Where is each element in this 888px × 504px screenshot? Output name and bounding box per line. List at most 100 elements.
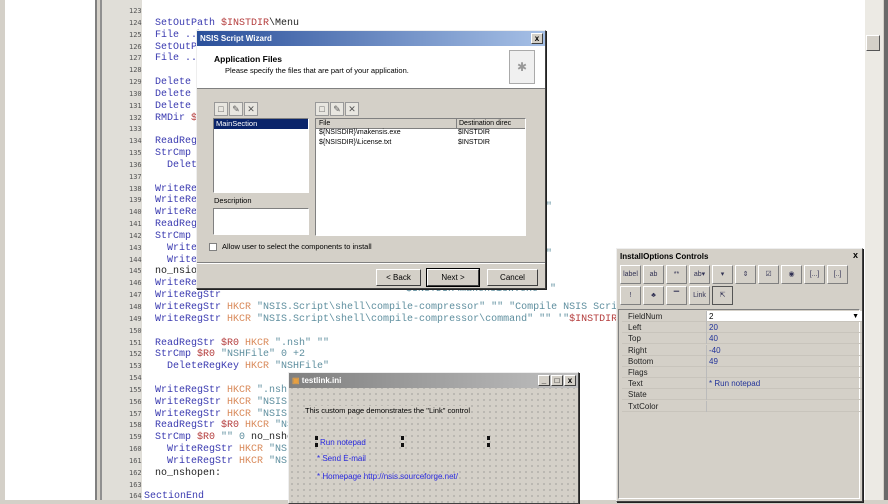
- back-button[interactable]: < Back: [376, 269, 421, 286]
- new-section-icon[interactable]: □: [214, 102, 228, 116]
- code-line: ReadReg: [155, 219, 197, 231]
- line-number: 163: [129, 480, 142, 489]
- code-token: HKCR: [245, 420, 276, 432]
- property-value[interactable]: [706, 389, 709, 401]
- code-token: "" 0: [221, 432, 252, 444]
- code-token: HKCR: [245, 361, 276, 373]
- code-line: WriteRe: [155, 278, 197, 290]
- code-token: Delete: [155, 100, 192, 112]
- property-row[interactable]: FieldNum 2 ▼: [622, 311, 862, 322]
- table-row[interactable]: ${NSISDIR}\License.txt $INSTDIR: [316, 139, 525, 149]
- control-tool-1-4-icon[interactable]: ▾: [712, 265, 733, 284]
- code-token: StrCmp: [155, 148, 192, 160]
- column-header-file[interactable]: File: [319, 119, 330, 129]
- send-email-link[interactable]: * Send E-mail: [317, 454, 366, 463]
- code-line: ReadRegStr $R0 HKCR "NSI: [155, 420, 299, 432]
- code-line: StrCmp $R0 "NSHFile" 0 +2: [155, 349, 305, 361]
- line-number: 145: [129, 267, 142, 276]
- column-header-destination[interactable]: Destination direc: [456, 119, 511, 129]
- property-value[interactable]: 49: [706, 355, 718, 367]
- property-value[interactable]: [706, 367, 709, 378]
- next-button[interactable]: Next >: [426, 268, 480, 287]
- property-row[interactable]: Bottom 49: [622, 355, 862, 367]
- maximize-button[interactable]: □: [551, 375, 563, 386]
- property-value[interactable]: 2: [706, 311, 713, 322]
- code-token: StrCmp: [155, 349, 198, 361]
- cancel-button[interactable]: Cancel: [487, 269, 538, 286]
- code-line: StrCmp: [155, 148, 191, 160]
- code-token: WriteRe: [155, 183, 198, 195]
- line-number: 149: [129, 314, 142, 323]
- resize-handle[interactable]: [487, 443, 490, 447]
- control-tool-2-2-icon[interactable]: ▔: [666, 286, 687, 305]
- code-token: HKCR: [239, 455, 270, 467]
- new-file-icon[interactable]: □: [315, 102, 329, 116]
- resize-handle[interactable]: [315, 443, 318, 447]
- minimize-button[interactable]: _: [538, 375, 550, 386]
- line-number: 146: [129, 279, 142, 288]
- property-value[interactable]: 40: [706, 333, 718, 345]
- property-row[interactable]: Top 40: [622, 333, 862, 345]
- control-tool-2-3-icon[interactable]: Link: [689, 286, 710, 305]
- control-tool-1-1-icon[interactable]: ab: [643, 265, 664, 284]
- edit-section-icon[interactable]: ✎: [229, 102, 243, 116]
- property-value[interactable]: 20: [706, 322, 718, 334]
- code-token: $INSTDIR: [221, 17, 270, 29]
- code-token: \Menu: [269, 17, 300, 29]
- control-tool-2-0-icon[interactable]: !: [620, 286, 641, 305]
- code-token: ReadRegStr: [155, 337, 222, 349]
- title-bar: ▣ testlink.ini _ □ x: [289, 373, 578, 388]
- property-row[interactable]: Right -40: [622, 344, 862, 356]
- file-list[interactable]: File Destination direc ${NSISDIR}\makens…: [315, 118, 526, 236]
- section-list[interactable]: MainSection: [213, 118, 309, 193]
- control-tool-1-5-icon[interactable]: ⇕: [735, 265, 756, 284]
- edit-file-icon[interactable]: ✎: [330, 102, 344, 116]
- control-tool-1-8-icon[interactable]: [...]: [804, 265, 825, 284]
- property-row[interactable]: TxtColor: [622, 400, 862, 412]
- code-token: $R0: [221, 420, 246, 432]
- code-token: ReadReg: [155, 136, 198, 148]
- line-number: 141: [129, 220, 142, 229]
- line-number: 154: [129, 374, 142, 383]
- resize-handle[interactable]: [487, 436, 490, 440]
- table-row[interactable]: ${NSISDIR}\makensis.exe $INSTDIR: [316, 129, 525, 139]
- run-notepad-link[interactable]: Run notepad: [320, 438, 366, 447]
- control-tool-1-6-icon[interactable]: ☑: [758, 265, 779, 284]
- code-line: SetOutP: [155, 42, 197, 54]
- property-row[interactable]: Left 20: [622, 322, 862, 334]
- control-tool-2-1-icon[interactable]: ♣: [643, 286, 664, 305]
- control-tool-1-9-icon[interactable]: [..]: [827, 265, 848, 284]
- line-number: 160: [129, 445, 142, 454]
- resize-handle[interactable]: [315, 436, 318, 440]
- line-number: 143: [129, 243, 142, 252]
- line-number: 144: [129, 255, 142, 264]
- control-tool-1-0-icon[interactable]: label: [620, 265, 641, 284]
- property-value[interactable]: [706, 400, 709, 412]
- control-tool-1-7-icon[interactable]: ◉: [781, 265, 802, 284]
- property-row[interactable]: State: [622, 389, 862, 401]
- property-value[interactable]: -40: [706, 344, 721, 356]
- homepage-link[interactable]: * Homepage http://nsis.sourceforge.net/: [317, 472, 458, 481]
- property-row[interactable]: Text * Run notepad: [622, 378, 862, 390]
- control-tool-1-2-icon[interactable]: **: [666, 265, 687, 284]
- control-tool-2-4-icon[interactable]: ⇱: [712, 286, 733, 305]
- property-row[interactable]: Flags: [622, 367, 862, 378]
- code-line: WriteRegStr: [155, 290, 221, 302]
- close-button[interactable]: x: [564, 375, 576, 386]
- code-token: WriteRegStr: [155, 396, 228, 408]
- property-value[interactable]: * Run notepad: [706, 378, 760, 390]
- list-item[interactable]: MainSection: [214, 119, 308, 129]
- control-tool-1-3-icon[interactable]: ab▾: [689, 265, 710, 284]
- delete-file-icon[interactable]: ✕: [345, 102, 359, 116]
- close-button[interactable]: x: [531, 33, 543, 44]
- close-icon[interactable]: x: [853, 250, 858, 260]
- delete-section-icon[interactable]: ✕: [244, 102, 258, 116]
- resize-handle[interactable]: [401, 443, 404, 447]
- property-grid[interactable]: FieldNum 2 ▼ Left 20 Top 40 Right -40 Bottom 49 Fla…: [618, 309, 862, 499]
- dropdown-arrow-icon[interactable]: ▼: [852, 311, 859, 322]
- allow-select-checkbox[interactable]: [209, 243, 217, 251]
- vertical-scrollbar[interactable]: [865, 0, 883, 500]
- resize-handle[interactable]: [401, 436, 404, 440]
- scrollbar-thumb[interactable]: [866, 35, 880, 51]
- code-token: HKCR: [227, 408, 258, 420]
